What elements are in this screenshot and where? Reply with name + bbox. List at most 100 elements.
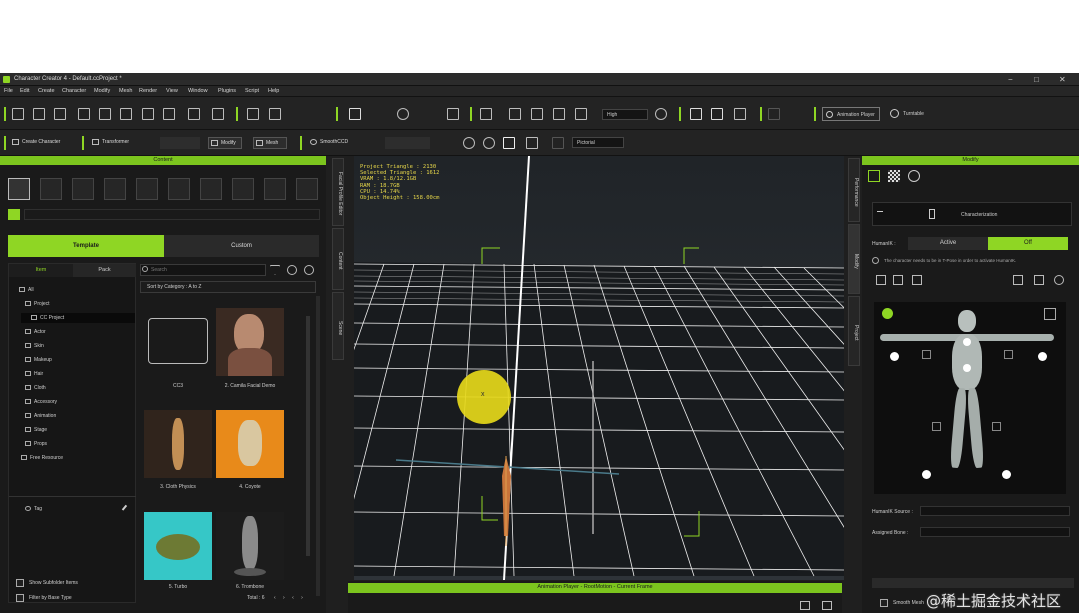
- menu-modify[interactable]: Modify: [94, 88, 110, 94]
- menu-script[interactable]: Script: [245, 88, 259, 94]
- menu-file[interactable]: File: [4, 88, 13, 94]
- mesh-button[interactable]: Mesh: [253, 137, 287, 149]
- tab-custom[interactable]: Custom: [164, 235, 319, 257]
- search-input[interactable]: Search: [140, 264, 266, 276]
- snapshot-icon[interactable]: [526, 137, 538, 149]
- bone-slot-left-knee[interactable]: [932, 422, 941, 431]
- tree-item-skin[interactable]: Skin: [25, 343, 44, 349]
- home-icon[interactable]: [480, 108, 492, 120]
- screenshot-icon[interactable]: [212, 108, 224, 120]
- thumb-turbo[interactable]: [144, 512, 212, 580]
- content-scrollbar[interactable]: [316, 296, 320, 596]
- category-hair-icon[interactable]: [136, 178, 158, 200]
- category-stage-icon[interactable]: [264, 178, 286, 200]
- frame-icon[interactable]: [509, 108, 521, 120]
- animation-window-icon[interactable]: [822, 601, 832, 610]
- thumbnail-scrollbar[interactable]: [306, 316, 310, 556]
- tree-item-makeup[interactable]: Makeup: [25, 357, 52, 363]
- tree-item-project[interactable]: Project: [25, 301, 50, 307]
- category-skin-icon[interactable]: [72, 178, 94, 200]
- render-icon[interactable]: [247, 108, 259, 120]
- category-cloth-icon[interactable]: [168, 178, 190, 200]
- side-tab-modify[interactable]: Modify: [848, 224, 860, 294]
- mirror-icon[interactable]: [1013, 275, 1023, 285]
- close-button[interactable]: ✕: [1059, 75, 1066, 84]
- smooth-mesh-checkbox[interactable]: [880, 599, 888, 607]
- subcategory-selected-icon[interactable]: [8, 209, 20, 220]
- minimize-button[interactable]: −: [1008, 75, 1013, 84]
- tree-item-animation[interactable]: Animation: [25, 413, 56, 419]
- turntable-button[interactable]: Turntable: [888, 107, 934, 121]
- show-subfolder-checkbox[interactable]: [16, 579, 24, 587]
- send-icon[interactable]: [142, 108, 154, 120]
- bone-slot-left-elbow[interactable]: [922, 350, 931, 359]
- rotate-icon[interactable]: [397, 108, 409, 120]
- humanik-active-button[interactable]: Active: [908, 237, 988, 250]
- menu-edit[interactable]: Edit: [20, 88, 29, 94]
- menu-create[interactable]: Create: [38, 88, 55, 94]
- category-makeup-icon[interactable]: [104, 178, 126, 200]
- export-fbx-icon[interactable]: [163, 108, 175, 120]
- load-pose-icon[interactable]: [893, 275, 903, 285]
- filter-base-type-checkbox[interactable]: [16, 594, 24, 602]
- view-mode-select[interactable]: Pictorial: [572, 137, 624, 148]
- new-file-icon[interactable]: [33, 108, 45, 120]
- delete-pose-icon[interactable]: [912, 275, 922, 285]
- new-project-icon[interactable]: [12, 108, 24, 120]
- select-arrow-icon[interactable]: [349, 108, 361, 120]
- pagination[interactable]: ‹ › ‹ ›: [274, 595, 306, 601]
- bone-slot-right-knee[interactable]: [992, 422, 1001, 431]
- tpose-icon[interactable]: [1034, 275, 1044, 285]
- export-obj-icon[interactable]: [188, 108, 200, 120]
- humanik-off-button[interactable]: Off: [988, 237, 1068, 250]
- characterization-header[interactable]: Characterization: [872, 202, 1072, 226]
- mapping-grid-icon[interactable]: [1044, 308, 1056, 320]
- filter-icon[interactable]: [270, 265, 280, 275]
- thumb-camila[interactable]: [216, 308, 284, 376]
- wire-icon[interactable]: [711, 108, 723, 120]
- assigned-bone-field[interactable]: [920, 527, 1070, 537]
- save-pose-icon[interactable]: [876, 275, 886, 285]
- side-tab-performance[interactable]: Performance: [848, 158, 860, 222]
- side-tab-project[interactable]: Project: [848, 296, 860, 366]
- mesh-icon[interactable]: [734, 108, 746, 120]
- thumb-coyote[interactable]: [216, 410, 284, 478]
- animation-character-icon[interactable]: [800, 601, 810, 610]
- save-icon[interactable]: [54, 108, 66, 120]
- skeleton-icon[interactable]: [1054, 275, 1064, 285]
- tree-item-all[interactable]: All: [19, 287, 34, 293]
- category-actor-icon[interactable]: [8, 178, 30, 200]
- side-tab-scene[interactable]: Scene: [332, 292, 344, 360]
- subtab-item[interactable]: Item: [9, 264, 73, 277]
- camera-icon[interactable]: [575, 108, 587, 120]
- align-icon[interactable]: [447, 108, 459, 120]
- thumb-trombone[interactable]: [216, 512, 284, 580]
- tree-item-props[interactable]: Props: [25, 441, 47, 447]
- 3d-viewport[interactable]: x Project Triangle : 2130 Selected Trian…: [354, 156, 844, 580]
- sort-select[interactable]: Sort by Category : A to Z: [140, 281, 316, 293]
- grid-icon[interactable]: [531, 108, 543, 120]
- person-icon[interactable]: [483, 137, 495, 149]
- menu-plugins[interactable]: Plugins: [218, 88, 236, 94]
- side-tab-content[interactable]: Content: [332, 228, 344, 290]
- brush-icon[interactable]: [690, 108, 702, 120]
- quality-select[interactable]: High: [602, 109, 648, 120]
- category-morph-icon[interactable]: [40, 178, 62, 200]
- menu-character[interactable]: Character: [62, 88, 86, 94]
- options-icon[interactable]: [304, 265, 314, 275]
- bone-marker-right-hand[interactable]: [1038, 352, 1047, 361]
- modify-tab-checker-icon[interactable]: [888, 170, 900, 182]
- subtab-pack[interactable]: Pack: [73, 264, 136, 277]
- menu-render[interactable]: Render: [139, 88, 157, 94]
- menu-mesh[interactable]: Mesh: [119, 88, 132, 94]
- menu-window[interactable]: Window: [188, 88, 208, 94]
- modify-tab-motion-icon[interactable]: [908, 170, 920, 182]
- transformer-button[interactable]: Transformer: [90, 137, 142, 149]
- tab-template[interactable]: Template: [8, 235, 164, 257]
- side-tab-facial-profile-editor[interactable]: Facial Profile Editor: [332, 158, 344, 226]
- edit-tag-icon[interactable]: [121, 504, 131, 514]
- category-animation-icon[interactable]: [232, 178, 254, 200]
- bone-slot-right-elbow[interactable]: [1004, 350, 1013, 359]
- tree-item-free-resource[interactable]: Free Resource: [21, 455, 63, 461]
- animation-player-button[interactable]: Animation Player: [822, 107, 880, 121]
